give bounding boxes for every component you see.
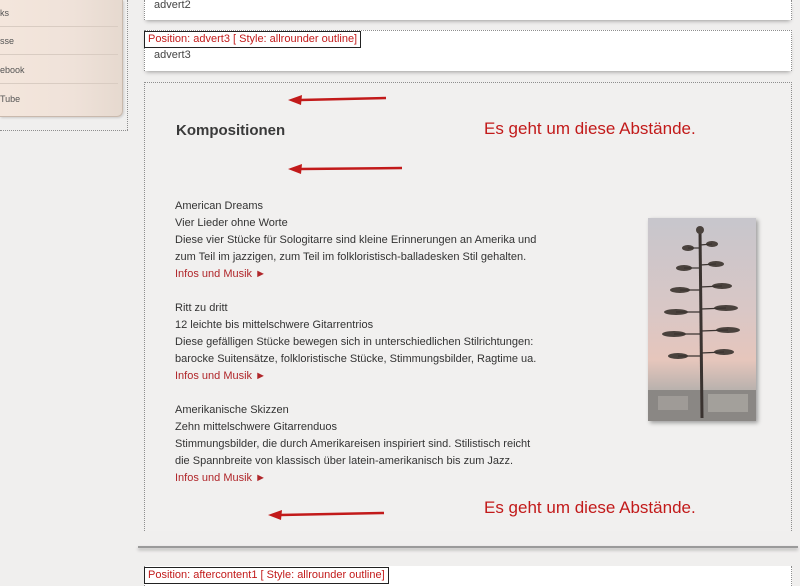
list-item: Amerikanische Skizzen Zehn mittelschwere… bbox=[175, 402, 595, 487]
advert3-text: advert3 bbox=[154, 49, 191, 61]
aftercontent1-position-label: Position: aftercontent1 [ Style: allroun… bbox=[144, 567, 389, 584]
sidebar-border bbox=[127, 0, 128, 130]
sidebar-item-label: sse bbox=[0, 36, 15, 46]
advert2-text: advert2 bbox=[154, 0, 191, 11]
item-description: die Spannbreite von klassisch über latei… bbox=[175, 455, 514, 467]
sidebar-divider bbox=[0, 130, 128, 131]
item-description: barocke Suitensätze, folkloristische Stü… bbox=[175, 353, 537, 365]
item-subtitle: Vier Lieder ohne Worte bbox=[175, 217, 288, 229]
info-music-link[interactable]: Infos und Musik ► bbox=[175, 368, 595, 385]
item-title: American Dreams bbox=[175, 200, 264, 212]
page-title: Kompositionen bbox=[176, 122, 286, 139]
sidebar-item-label: ks bbox=[0, 8, 9, 18]
list-item: Ritt zu dritt 12 leichte bis mittelschwe… bbox=[175, 300, 595, 385]
item-description: zum Teil im jazzigen, zum Teil im folklo… bbox=[175, 251, 527, 263]
sidebar-item-facebook[interactable]: ebook bbox=[0, 57, 118, 84]
info-music-link[interactable]: Infos und Musik ► bbox=[175, 266, 595, 283]
arrow-left-icon bbox=[288, 95, 387, 105]
arrow-left-icon bbox=[288, 164, 403, 174]
agave-photo bbox=[648, 218, 756, 421]
info-music-link[interactable]: Infos und Musik ► bbox=[175, 470, 595, 487]
advert2-module: advert2 bbox=[144, 0, 792, 20]
item-description: Diese vier Stücke für Sologitarre sind k… bbox=[175, 234, 537, 246]
item-title: Amerikanische Skizzen bbox=[175, 404, 289, 416]
content-divider bbox=[138, 546, 798, 548]
item-description: Diese gefälligen Stücke bewegen sich in … bbox=[175, 336, 534, 348]
item-subtitle: Zehn mittelschwere Gitarrenduos bbox=[175, 421, 338, 433]
annotation-note-bottom: Es geht um diese Abstände. bbox=[484, 498, 696, 517]
sidebar-item-youtube[interactable]: Tube bbox=[0, 86, 118, 112]
sidebar-menu: ks sse ebook Tube bbox=[0, 0, 123, 117]
sidebar-item-links[interactable]: ks bbox=[0, 0, 118, 27]
sidebar-item-label: ebook bbox=[0, 65, 25, 75]
sidebar-item-presse[interactable]: sse bbox=[0, 28, 118, 55]
item-title: Ritt zu dritt bbox=[175, 302, 228, 314]
item-subtitle: 12 leichte bis mittelschwere Gitarrentri… bbox=[175, 319, 374, 331]
sidebar-item-label: Tube bbox=[0, 94, 21, 104]
annotation-note-top: Es geht um diese Abstände. bbox=[484, 119, 696, 138]
arrow-left-icon bbox=[268, 510, 385, 520]
advert3-position-label: Position: advert3 [ Style: allrounder ou… bbox=[144, 31, 362, 48]
list-item: American Dreams Vier Lieder ohne Worte D… bbox=[175, 198, 595, 283]
item-description: Stimmungsbilder, die durch Amerikareisen… bbox=[175, 438, 531, 450]
